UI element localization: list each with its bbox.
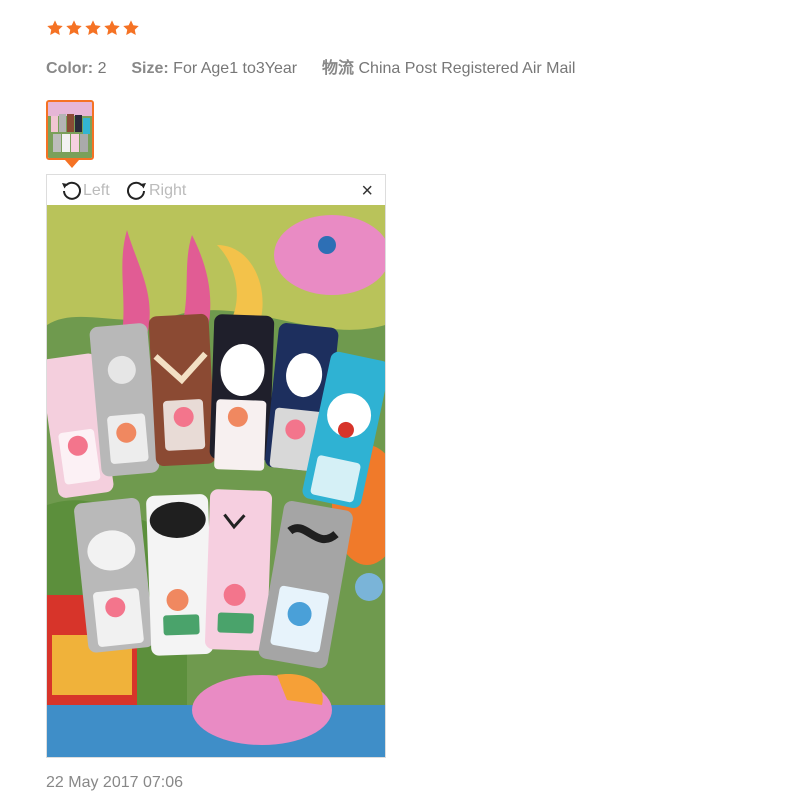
shipping-key: 物流 [322, 60, 355, 77]
photo-viewer: Left Right × [46, 174, 386, 758]
star-icon [104, 20, 120, 36]
rotate-right-icon [127, 181, 146, 200]
review-attributes: Color: 2 Size: For Age1 to3Year 物流 China… [46, 54, 575, 78]
rotate-right-button[interactable]: Right [125, 179, 186, 203]
size-key: Size: [131, 60, 169, 77]
review-photo [47, 205, 385, 757]
review-date: 22 May 2017 07:06 [46, 774, 183, 791]
close-viewer-button[interactable]: × [361, 181, 373, 201]
star-rating [46, 19, 140, 37]
color-value: 2 [97, 60, 107, 77]
star-icon [123, 20, 139, 36]
star-icon [85, 20, 101, 36]
rotate-right-label: Right [149, 182, 187, 199]
rotate-left-label: Left [83, 182, 110, 199]
star-icon [66, 20, 82, 36]
viewer-toolbar: Left Right × [47, 175, 385, 205]
size-value: For Age1 to3Year [173, 60, 298, 77]
review-photo-thumbnail[interactable] [46, 100, 94, 160]
star-icon [47, 20, 63, 36]
rotate-left-button[interactable]: Left [59, 179, 110, 203]
thumbnail-pointer [65, 160, 79, 168]
shipping-value: China Post Registered Air Mail [358, 60, 576, 77]
thumbnail-image [48, 102, 92, 158]
color-key: Color: [46, 60, 94, 77]
rotate-left-icon [62, 181, 81, 200]
socks-photo-image [47, 205, 385, 757]
